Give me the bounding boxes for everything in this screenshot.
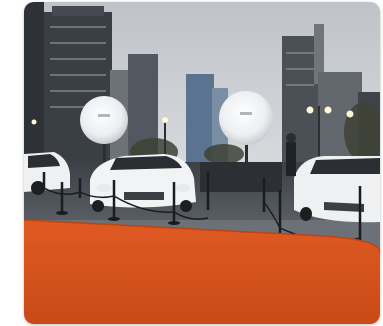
car-right [294,156,380,223]
photo [24,2,380,324]
person [286,133,296,176]
car-center [90,154,196,212]
fence [200,162,282,192]
image-frame [0,0,383,326]
photo-illustration [24,2,380,324]
